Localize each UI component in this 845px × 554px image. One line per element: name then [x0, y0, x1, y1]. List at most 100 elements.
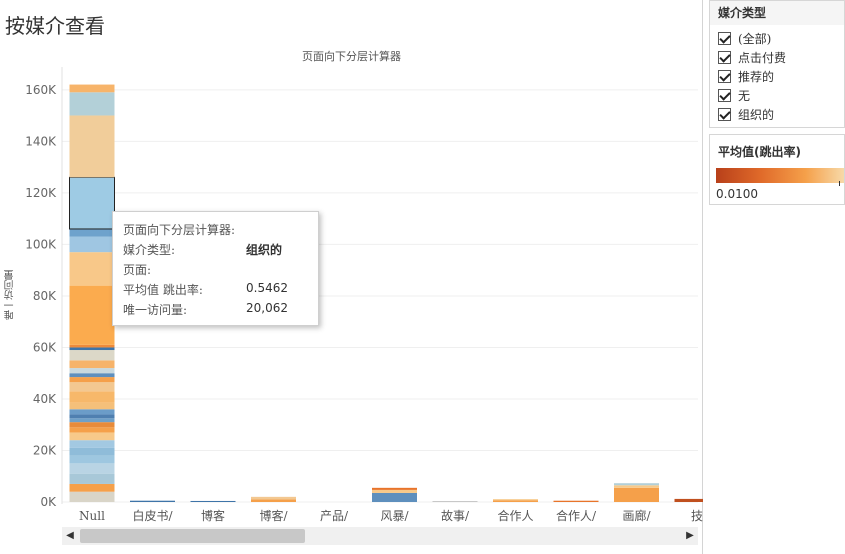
- legend-gradient: [716, 168, 844, 183]
- tooltip-visits-value: 20,062: [246, 301, 288, 315]
- bar-segment[interactable]: [69, 252, 115, 286]
- x-tick-label: 博客: [201, 508, 225, 523]
- bar-segment[interactable]: [69, 409, 115, 415]
- bar-segment[interactable]: [493, 500, 538, 502]
- bar-segment[interactable]: [251, 499, 296, 502]
- y-tick-label: 80K: [33, 289, 57, 303]
- filter-item-none[interactable]: 无: [718, 86, 750, 104]
- bar-segment[interactable]: [432, 501, 478, 502]
- x-tick-label: 产品/: [320, 509, 349, 523]
- right-panel: 媒介类型 (全部) 点击付费 推荐的 无 组织的 平均值(跳出率) 0.0100: [709, 0, 845, 554]
- bar-segment[interactable]: [69, 483, 115, 492]
- bar-segment[interactable]: [69, 447, 115, 456]
- bar-segment[interactable]: [69, 455, 115, 464]
- scroll-right-arrow-icon[interactable]: ▶: [682, 527, 698, 545]
- y-tick-label: 160K: [25, 83, 57, 97]
- filter-item-organic[interactable]: 组织的: [718, 105, 774, 123]
- bar-segment[interactable]: [69, 360, 115, 369]
- y-axis-ticks: 0K 20K 40K 60K 80K 100K 120K 140K 160K: [25, 83, 57, 509]
- checkbox-icon[interactable]: [718, 50, 731, 64]
- bar-segment[interactable]: [372, 487, 417, 490]
- tooltip-bounce-value: 0.5462: [246, 281, 288, 295]
- y-tick-label: 100K: [25, 237, 57, 251]
- x-tick-label: 博客/: [259, 508, 288, 523]
- bar-segment[interactable]: [69, 347, 115, 351]
- x-tick-label: 画廊/: [622, 508, 651, 523]
- bar-segment[interactable]: [69, 440, 115, 448]
- filter-item-label: 组织的: [738, 107, 775, 122]
- y-tick-label: 20K: [33, 443, 57, 457]
- checkbox-icon[interactable]: [718, 88, 731, 102]
- legend-marker: [839, 181, 840, 186]
- bar-segment[interactable]: [69, 377, 115, 383]
- filter-item-paid-click[interactable]: 点击付费: [718, 48, 786, 66]
- bar-segment[interactable]: [69, 422, 115, 428]
- horizontal-scrollbar[interactable]: ◀ ▶: [62, 527, 698, 545]
- bar-segment[interactable]: [69, 432, 115, 441]
- color-legend: 平均值(跳出率) 0.0100: [709, 134, 845, 205]
- bar-segment[interactable]: [69, 368, 115, 374]
- bar-segment[interactable]: [69, 115, 115, 178]
- filter-title: 媒介类型: [710, 1, 844, 25]
- bar-segment[interactable]: [69, 391, 115, 403]
- bar-segment[interactable]: [69, 402, 115, 410]
- bar-segment[interactable]: [553, 500, 599, 502]
- bar-segment[interactable]: [69, 473, 115, 484]
- filter-item-referral[interactable]: 推荐的: [718, 67, 774, 85]
- filter-item-label: 无: [738, 88, 751, 103]
- tooltip-medium-label: 媒介类型:: [123, 243, 176, 257]
- filter-item-label: 点击付费: [738, 50, 787, 65]
- x-tick-label: 合作人: [497, 508, 533, 523]
- bar-segment[interactable]: [130, 500, 175, 502]
- bar-segment[interactable]: [69, 92, 115, 116]
- y-tick-label: 140K: [25, 134, 57, 148]
- stacked-bar-chart[interactable]: 0K 20K 40K 60K 80K 100K 120K 140K 160K Null 白皮书/博…: [0, 0, 703, 525]
- bar-segment[interactable]: [614, 483, 659, 486]
- y-tick-label: 0K: [40, 495, 57, 509]
- bar-segment[interactable]: [69, 350, 115, 361]
- tooltip-bounce-label: 平均值 跳出率:: [123, 283, 203, 297]
- bar-segment[interactable]: [190, 500, 236, 502]
- y-tick-label: 60K: [33, 340, 57, 354]
- bar-segment[interactable]: [69, 427, 115, 433]
- bar-segment[interactable]: [69, 344, 115, 348]
- y-tick-label: 40K: [33, 392, 57, 406]
- bar-segment[interactable]: [69, 236, 115, 253]
- tooltip-title: 页面向下分层计算器:: [123, 223, 236, 237]
- x-tick-label: Null: [79, 509, 105, 523]
- bar-segment[interactable]: [69, 418, 115, 423]
- bar-segment[interactable]: [69, 285, 115, 345]
- checkbox-icon[interactable]: [718, 107, 731, 121]
- bar-segment[interactable]: [69, 382, 115, 392]
- bar-segment[interactable]: [69, 491, 115, 502]
- bar-segment[interactable]: [372, 492, 417, 502]
- bar-segment[interactable]: [614, 485, 659, 488]
- filter-item-label: (全部): [738, 31, 772, 46]
- checkbox-icon[interactable]: [718, 31, 731, 45]
- scroll-left-arrow-icon[interactable]: ◀: [62, 527, 78, 545]
- filter-item-label: 推荐的: [738, 69, 775, 84]
- tooltip: 页面向下分层计算器: 媒介类型: 组织的 页面: 平均值 跳出率: 0.5462…: [112, 211, 319, 326]
- checkbox-icon[interactable]: [718, 69, 731, 83]
- bar-segment[interactable]: [69, 373, 115, 378]
- bar-segment[interactable]: [493, 499, 538, 501]
- bar-segment[interactable]: [69, 176, 115, 230]
- bar-segment[interactable]: [674, 498, 704, 502]
- bar-segment[interactable]: [69, 84, 115, 93]
- bar-segment[interactable]: [69, 414, 115, 419]
- bar-segment[interactable]: [69, 463, 115, 474]
- x-tick-label: 故事/: [441, 508, 470, 523]
- x-tick-label: 风暴/: [380, 509, 409, 523]
- bar-segment[interactable]: [69, 228, 115, 237]
- bar-segment[interactable]: [614, 487, 659, 502]
- bar-segment[interactable]: [372, 489, 417, 493]
- x-tick-label: 白皮书/: [132, 508, 173, 523]
- scrollbar-thumb[interactable]: [80, 529, 305, 543]
- legend-min-label: 0.0100: [716, 187, 758, 201]
- tooltip-visits-label: 唯一访问量:: [123, 303, 188, 317]
- filter-item-all[interactable]: (全部): [718, 29, 771, 47]
- x-axis-ticks: Null 白皮书/博客 博客/产品/风暴/故事/合作人 合作人/画廊/技: [79, 508, 703, 523]
- legend-title: 平均值(跳出率): [718, 145, 801, 159]
- x-tick-label: 合作人/: [556, 508, 597, 523]
- bar-segment[interactable]: [251, 496, 296, 500]
